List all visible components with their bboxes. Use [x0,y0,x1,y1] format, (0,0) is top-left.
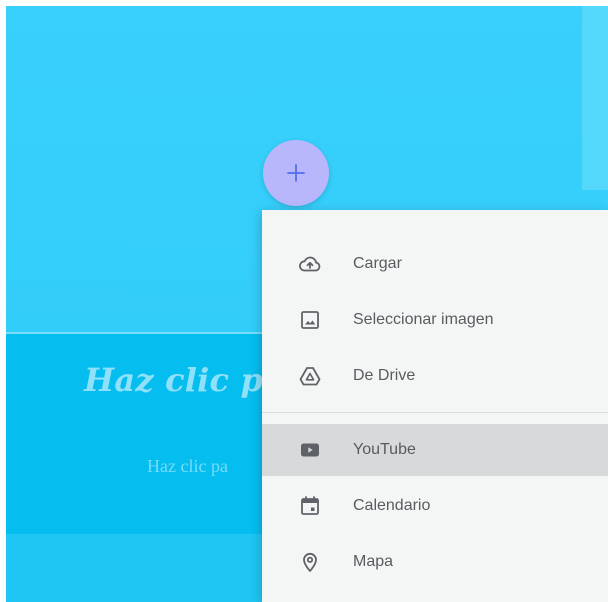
map-pin-icon [298,550,322,574]
menu-item-drive[interactable]: De Drive [262,350,608,402]
site-canvas: Haz clic par Haz clic pa Cargar Seleccio… [6,6,608,602]
subtitle-placeholder[interactable]: Haz clic pa [147,456,228,477]
menu-item-select-image[interactable]: Seleccionar imagen [262,294,608,346]
menu-item-label: Mapa [353,553,394,570]
image-icon [298,308,322,332]
cloud-upload-icon [298,252,322,276]
menu-item-youtube[interactable]: YouTube [262,424,608,476]
calendar-icon [298,494,322,518]
menu-item-label: Calendario [353,497,431,514]
menu-item-map[interactable]: Mapa [262,536,608,588]
menu-divider [262,412,608,413]
side-panel-edge [582,6,608,190]
menu-item-label: De Drive [353,367,416,384]
insert-menu: Cargar Seleccionar imagen De Drive YouTu… [262,210,608,602]
plus-icon [287,164,305,182]
menu-item-label: Cargar [353,255,402,272]
add-content-button[interactable] [263,140,329,206]
menu-item-label: Seleccionar imagen [353,311,494,328]
youtube-icon [298,438,322,462]
menu-item-calendar[interactable]: Calendario [262,480,608,532]
menu-item-upload[interactable]: Cargar [262,238,608,290]
menu-item-label: YouTube [353,441,416,458]
drive-icon [298,364,322,388]
